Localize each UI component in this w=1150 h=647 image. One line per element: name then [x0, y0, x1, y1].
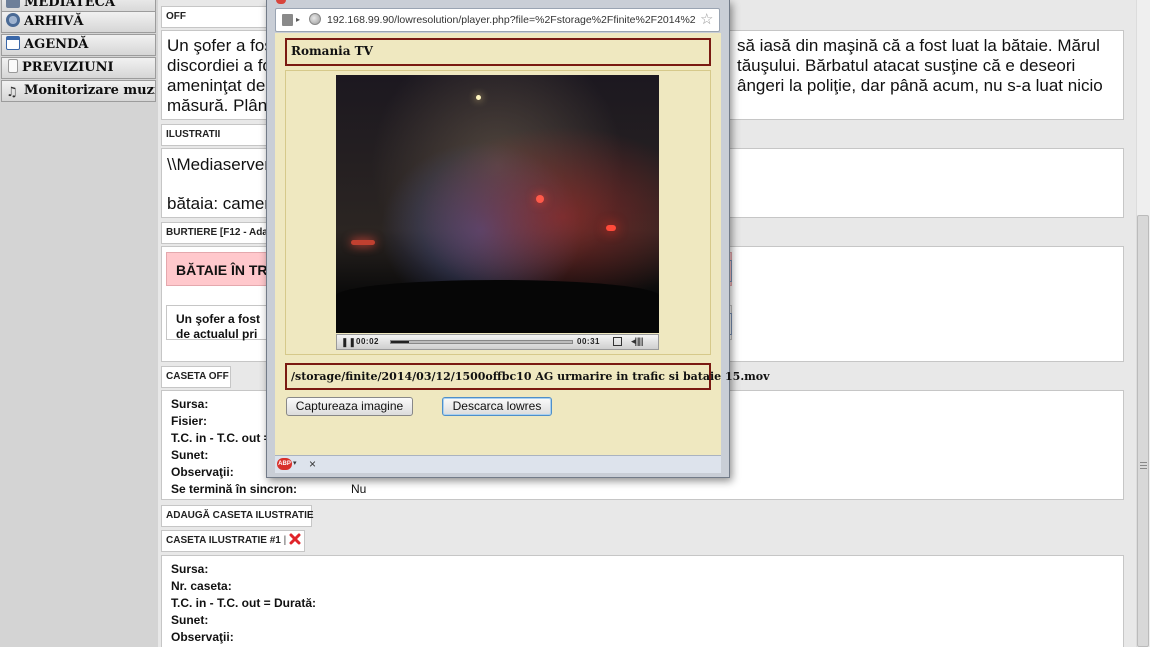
url-text: 192.168.99.90/lowresolution/player.php?f…	[327, 14, 696, 26]
seek-fill	[391, 341, 410, 343]
window-icon	[276, 0, 286, 4]
field-label: Observaţii:	[171, 630, 234, 644]
star-icon[interactable]: ☆	[700, 10, 713, 28]
off-text-line: ameninţat de	[167, 76, 266, 95]
close-addon-bar-icon[interactable]: ×	[309, 457, 316, 471]
field-label: Sursa:	[171, 397, 209, 411]
file-path: /storage/finite/2014/03/12/1500offbc10 A…	[291, 370, 770, 383]
field-label: Sunet:	[171, 613, 209, 627]
capture-image-button[interactable]: Captureaza imagine	[286, 397, 413, 416]
seek-bar[interactable]	[390, 340, 573, 344]
burtiera-sub-line: Un şofer a fost	[176, 312, 261, 326]
field-label: Nr. caseta:	[171, 579, 232, 593]
off-text-line: măsură. Plân	[167, 96, 268, 115]
close-x-icon[interactable]	[289, 533, 301, 545]
add-caseta-ilustratie-button[interactable]: ADAUGĂ CASETA ILUSTRATIE	[161, 505, 314, 527]
field-label: Fisier:	[171, 414, 208, 428]
field-label: Sursa:	[171, 562, 209, 576]
download-lowres-button[interactable]: Descarca lowres	[442, 397, 552, 416]
sidebar-item-label: Monitorizare muzica	[24, 83, 155, 98]
caseta-ilustratie-header: CASETA ILUSTRATIE #1 |	[161, 530, 305, 552]
channel-name: Romania TV	[291, 44, 373, 58]
burtiera-title: BĂTAIE ÎN TR	[176, 262, 268, 278]
field-label: T.C. in - T.C. out =	[171, 431, 271, 445]
burtiere-header: BURTIERE [F12 - Adau	[161, 222, 271, 244]
volume-icon[interactable]: ◂||||||	[631, 336, 644, 347]
ilustratii-line: bătaia: camer	[167, 194, 270, 213]
url-bar[interactable]: ▸ 192.168.99.90/lowresolution/player.php…	[275, 8, 720, 32]
fullscreen-icon[interactable]	[613, 337, 622, 346]
sidebar-item-label: AGENDĂ	[24, 37, 89, 52]
file-path-bar: /storage/finite/2014/03/12/1500offbc10 A…	[285, 363, 770, 390]
caseta-off-header: CASETA OFF	[161, 366, 231, 388]
sidebar-item-label: MEDIATECA	[24, 0, 116, 10]
time-total: 00:31	[577, 337, 600, 346]
player-controls: ❚❚ 00:02 00:31 ◂||||||	[336, 334, 659, 350]
sidebar: MEDIATECA ARHIVĂ AGENDĂ PREVIZIUNI ♫ Moni…	[0, 0, 159, 647]
channel-bar: Romania TV	[285, 38, 711, 66]
globe-icon	[309, 13, 321, 25]
video-frame[interactable]	[336, 75, 659, 333]
off-text-line-right: să iasă din maşină că a fost luat la băt…	[737, 36, 1100, 55]
field-label: T.C. in - T.C. out = Durată:	[171, 596, 317, 610]
field-label: Se termină în sincron:	[171, 482, 298, 496]
sidebar-item-monitorizare-muzica[interactable]: ♫ Monitorizare muzica	[1, 80, 156, 102]
gear-icon	[6, 0, 20, 8]
player-content: Romania TV ❚❚ 00:02 00:31 ◂|||||| /stora…	[275, 33, 770, 456]
preview-icon	[8, 59, 18, 73]
off-text-line-right: tăuşului. Bărbatul atacat susţine că e d…	[737, 56, 1076, 75]
off-text-line-right: ângeri la poliţie, dar până acum, nu s-a…	[737, 76, 1103, 95]
time-current: 00:02	[356, 337, 379, 346]
scrollbar-thumb[interactable]	[1137, 215, 1149, 647]
field-label: Sunet:	[171, 448, 209, 462]
sidebar-item-arhiva[interactable]: ARHIVĂ	[1, 11, 156, 33]
ilustratii-line: \\Mediaserver	[167, 155, 270, 174]
field-label: Observaţii:	[171, 465, 234, 479]
play-pause-icon[interactable]: ❚❚	[341, 337, 356, 347]
sidebar-item-previziuni[interactable]: PREVIZIUNI	[1, 57, 156, 79]
abp-icon[interactable]: ABP	[277, 458, 292, 470]
sincron-value: Nu	[351, 482, 367, 496]
page-icon	[282, 14, 293, 26]
off-text-line: discordiei a fo	[167, 56, 272, 75]
burtiera-sub-line: de actualul pri	[176, 327, 258, 341]
ilustratii-header: ILUSTRATII	[161, 124, 271, 146]
sidebar-item-agenda[interactable]: AGENDĂ	[1, 34, 156, 56]
caseta-ilustratie-panel: Sursa: Nr. caseta: T.C. in - T.C. out = …	[161, 555, 1124, 647]
archive-icon	[6, 13, 20, 27]
sidebar-item-label: PREVIZIUNI	[22, 60, 114, 75]
caseta-ilustratie-title: CASETA ILUSTRATIE #1	[166, 535, 281, 546]
status-bar: ABP ▾ ×	[275, 455, 721, 473]
music-icon: ♫	[6, 85, 18, 100]
off-text-line: Un şofer a fost	[167, 36, 278, 55]
off-header: OFF	[161, 6, 271, 28]
calendar-icon	[6, 36, 20, 50]
sidebar-item-label: ARHIVĂ	[24, 14, 84, 29]
